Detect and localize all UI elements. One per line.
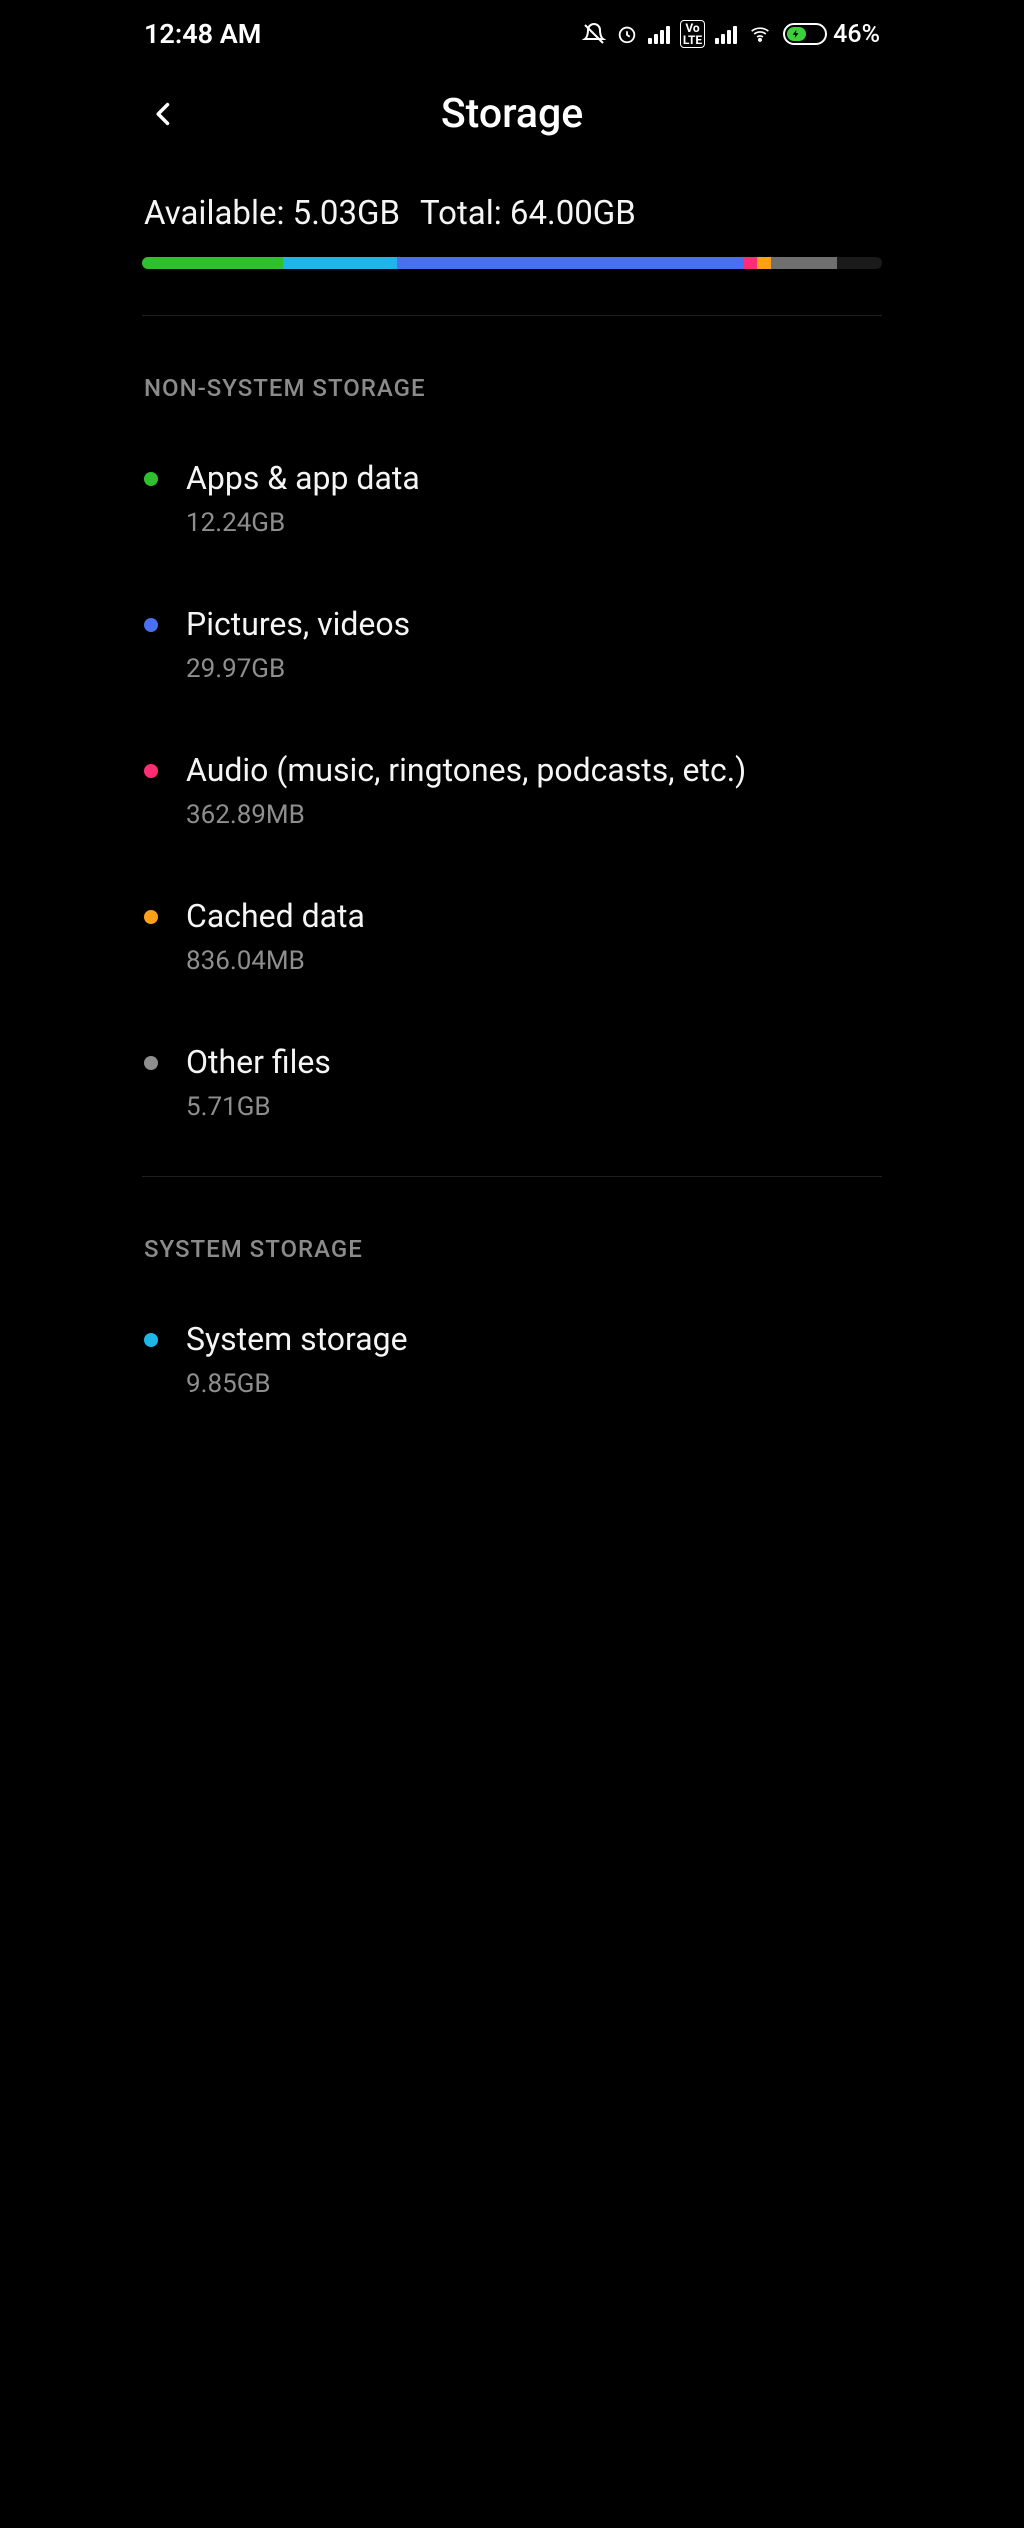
item-title: Apps & app data xyxy=(186,458,880,498)
dot-icon xyxy=(144,618,158,632)
status-right: VoLTE 46% xyxy=(582,20,880,49)
storage-usage-bar xyxy=(142,257,882,269)
dot-icon xyxy=(144,472,158,486)
page-title: Storage xyxy=(122,90,902,138)
battery-indicator: 46% xyxy=(783,20,880,49)
battery-percent: 46% xyxy=(833,20,880,49)
storage-item-audio[interactable]: Audio (music, ringtones, podcasts, etc.)… xyxy=(122,714,902,860)
item-title: Audio (music, ringtones, podcasts, etc.) xyxy=(186,750,880,790)
dot-icon xyxy=(144,1333,158,1347)
volte-icon: VoLTE xyxy=(680,20,705,48)
storage-bar-seg-pictures xyxy=(397,257,743,269)
charging-icon xyxy=(791,28,801,40)
item-size: 9.85GB xyxy=(186,1369,880,1399)
battery-icon xyxy=(783,23,827,45)
item-title: System storage xyxy=(186,1319,880,1359)
storage-bar-seg-system xyxy=(283,257,397,269)
storage-bar-seg-audio xyxy=(744,257,757,269)
wifi-icon xyxy=(747,24,773,44)
storage-bar-seg-apps xyxy=(142,257,283,269)
item-size: 362.89MB xyxy=(186,800,880,830)
storage-bar-seg-free xyxy=(837,257,882,269)
item-size: 5.71GB xyxy=(186,1092,880,1122)
signal-bars-sim2-icon xyxy=(715,24,737,44)
storage-bar-seg-other xyxy=(771,257,837,269)
section-header-nonsystem: NON-SYSTEM STORAGE xyxy=(122,316,902,422)
item-size: 12.24GB xyxy=(186,508,880,538)
signal-bars-icon xyxy=(648,24,670,44)
dot-icon xyxy=(144,1056,158,1070)
storage-item-apps[interactable]: Apps & app data 12.24GB xyxy=(122,422,902,568)
dot-icon xyxy=(144,764,158,778)
storage-bar-seg-cached xyxy=(757,257,771,269)
available-label: Available: 5.03GB xyxy=(144,194,400,233)
storage-summary: Available: 5.03GB Total: 64.00GB xyxy=(142,170,882,316)
status-time: 12:48 AM xyxy=(144,18,261,50)
storage-item-cached[interactable]: Cached data 836.04MB xyxy=(122,860,902,1006)
item-title: Pictures, videos xyxy=(186,604,880,644)
item-title: Other files xyxy=(186,1042,880,1082)
section-header-system: SYSTEM STORAGE xyxy=(122,1177,902,1283)
dot-icon xyxy=(144,910,158,924)
notification-mute-icon xyxy=(582,22,606,46)
item-title: Cached data xyxy=(186,896,880,936)
status-bar: 12:48 AM VoLTE xyxy=(122,0,902,58)
back-button[interactable] xyxy=(142,92,186,136)
item-size: 836.04MB xyxy=(186,946,880,976)
item-size: 29.97GB xyxy=(186,654,880,684)
chevron-left-icon xyxy=(150,92,178,136)
alarm-icon xyxy=(616,23,638,45)
storage-item-pictures[interactable]: Pictures, videos 29.97GB xyxy=(122,568,902,714)
app-header: Storage xyxy=(122,58,902,170)
storage-item-other[interactable]: Other files 5.71GB xyxy=(122,1006,902,1152)
storage-item-system[interactable]: System storage 9.85GB xyxy=(122,1283,902,1429)
total-label: Total: 64.00GB xyxy=(420,194,636,233)
